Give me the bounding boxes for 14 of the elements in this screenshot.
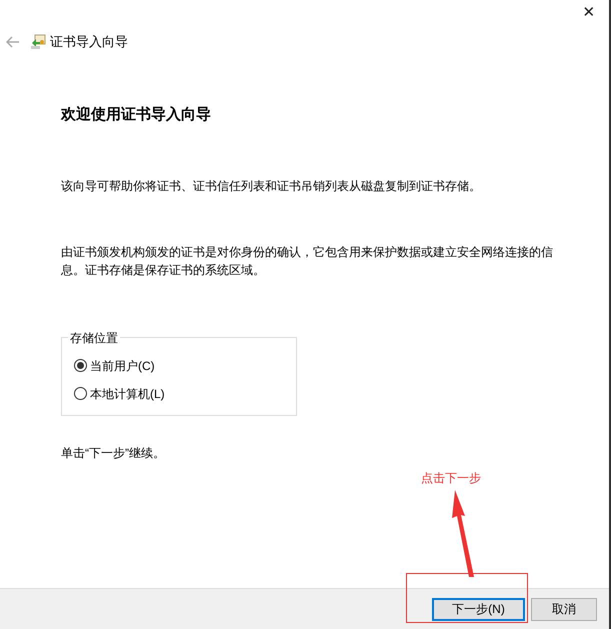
group-label: 存储位置 [69, 330, 119, 346]
wizard-heading: 欢迎使用证书导入向导 [61, 105, 212, 125]
description-text: 该向导可帮助你将证书、证书信任列表和证书吊销列表从磁盘复制到证书存储。 [61, 178, 482, 194]
annotation-text: 点击下一步 [421, 470, 481, 487]
back-arrow-icon[interactable] [6, 36, 20, 48]
certificate-icon [30, 34, 46, 50]
description-text: 由证书颁发机构颁发的证书是对你身份的确认，它包含用来保护数据或建立安全网络连接的信息。证书存储是保存证书的系统区域。 [61, 244, 554, 278]
close-button[interactable]: ✕ [569, 0, 609, 26]
cancel-button[interactable]: 取消 [531, 598, 597, 620]
window-title: 证书导入向导 [50, 33, 128, 52]
hint-text: 单击“下一步”继续。 [61, 444, 166, 462]
next-button[interactable]: 下一步(N) [432, 598, 525, 620]
radio-option[interactable]: 本地计算机(L) [74, 384, 284, 402]
radio-option[interactable]: 当前用户(C) [74, 356, 284, 374]
